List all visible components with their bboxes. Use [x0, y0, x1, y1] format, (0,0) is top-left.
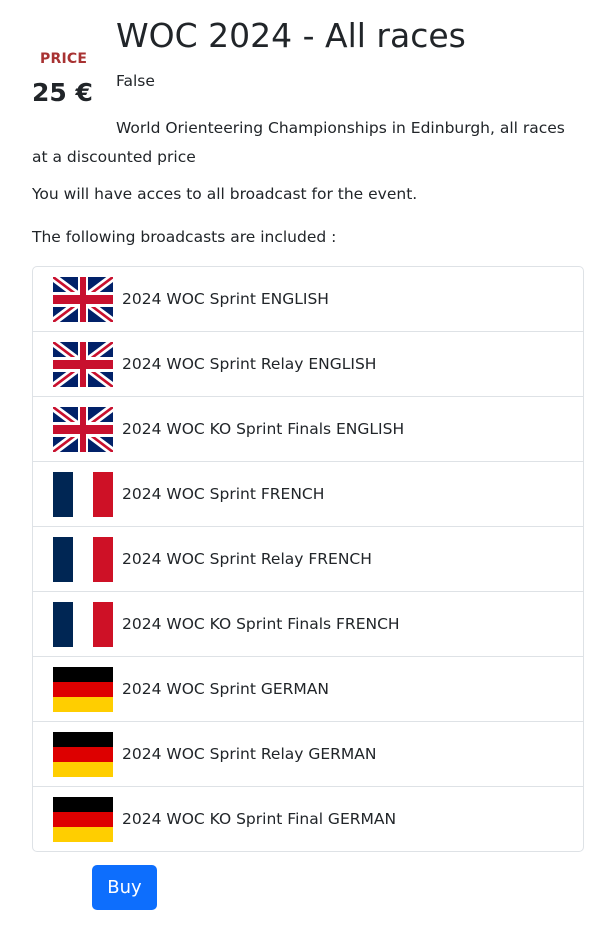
france-flag-icon [33, 471, 113, 517]
list-item-label: 2024 WOC Sprint Relay FRENCH [122, 550, 372, 568]
list-item: 2024 WOC Sprint ENGLISH [33, 267, 583, 331]
product-description: World Orienteering Championships in Edin… [32, 119, 565, 166]
price-label: PRICE [40, 51, 88, 67]
germany-flag-icon [33, 666, 113, 712]
list-item: 2024 WOC Sprint Relay GERMAN [33, 721, 583, 786]
list-item-label: 2024 WOC Sprint Relay ENGLISH [122, 355, 377, 373]
list-item-label: 2024 WOC Sprint FRENCH [122, 485, 325, 503]
list-item: 2024 WOC Sprint Relay ENGLISH [33, 331, 583, 396]
uk-flag-icon [33, 406, 113, 452]
france-flag-icon [33, 601, 113, 647]
germany-flag-icon [33, 796, 113, 842]
uk-flag-icon [33, 276, 113, 322]
germany-flag-icon [33, 731, 113, 777]
list-item-label: 2024 WOC KO Sprint Finals ENGLISH [122, 420, 405, 438]
page-title: WOC 2024 - All races [116, 16, 466, 55]
status-text: False [116, 72, 155, 90]
price-value: 25 € [32, 78, 93, 107]
list-item: 2024 WOC Sprint FRENCH [33, 461, 583, 526]
france-flag-icon [33, 536, 113, 582]
list-item-label: 2024 WOC KO Sprint Finals FRENCH [122, 615, 400, 633]
buy-button[interactable]: Buy [92, 865, 157, 910]
uk-flag-icon [33, 341, 113, 387]
included-text: The following broadcasts are included : [32, 228, 337, 246]
list-item: 2024 WOC KO Sprint Finals ENGLISH [33, 396, 583, 461]
list-item-label: 2024 WOC Sprint ENGLISH [122, 290, 329, 308]
list-item: 2024 WOC KO Sprint Final GERMAN [33, 786, 583, 851]
list-item-label: 2024 WOC Sprint Relay GERMAN [122, 745, 377, 763]
list-item-label: 2024 WOC Sprint GERMAN [122, 680, 329, 698]
broadcast-list: 2024 WOC Sprint ENGLISH 2024 WOC Sprint … [32, 266, 584, 852]
list-item: 2024 WOC Sprint Relay FRENCH [33, 526, 583, 591]
list-item-label: 2024 WOC KO Sprint Final GERMAN [122, 810, 397, 828]
access-text: You will have acces to all broadcast for… [32, 185, 418, 203]
list-item: 2024 WOC Sprint GERMAN [33, 656, 583, 721]
list-item: 2024 WOC KO Sprint Finals FRENCH [33, 591, 583, 656]
